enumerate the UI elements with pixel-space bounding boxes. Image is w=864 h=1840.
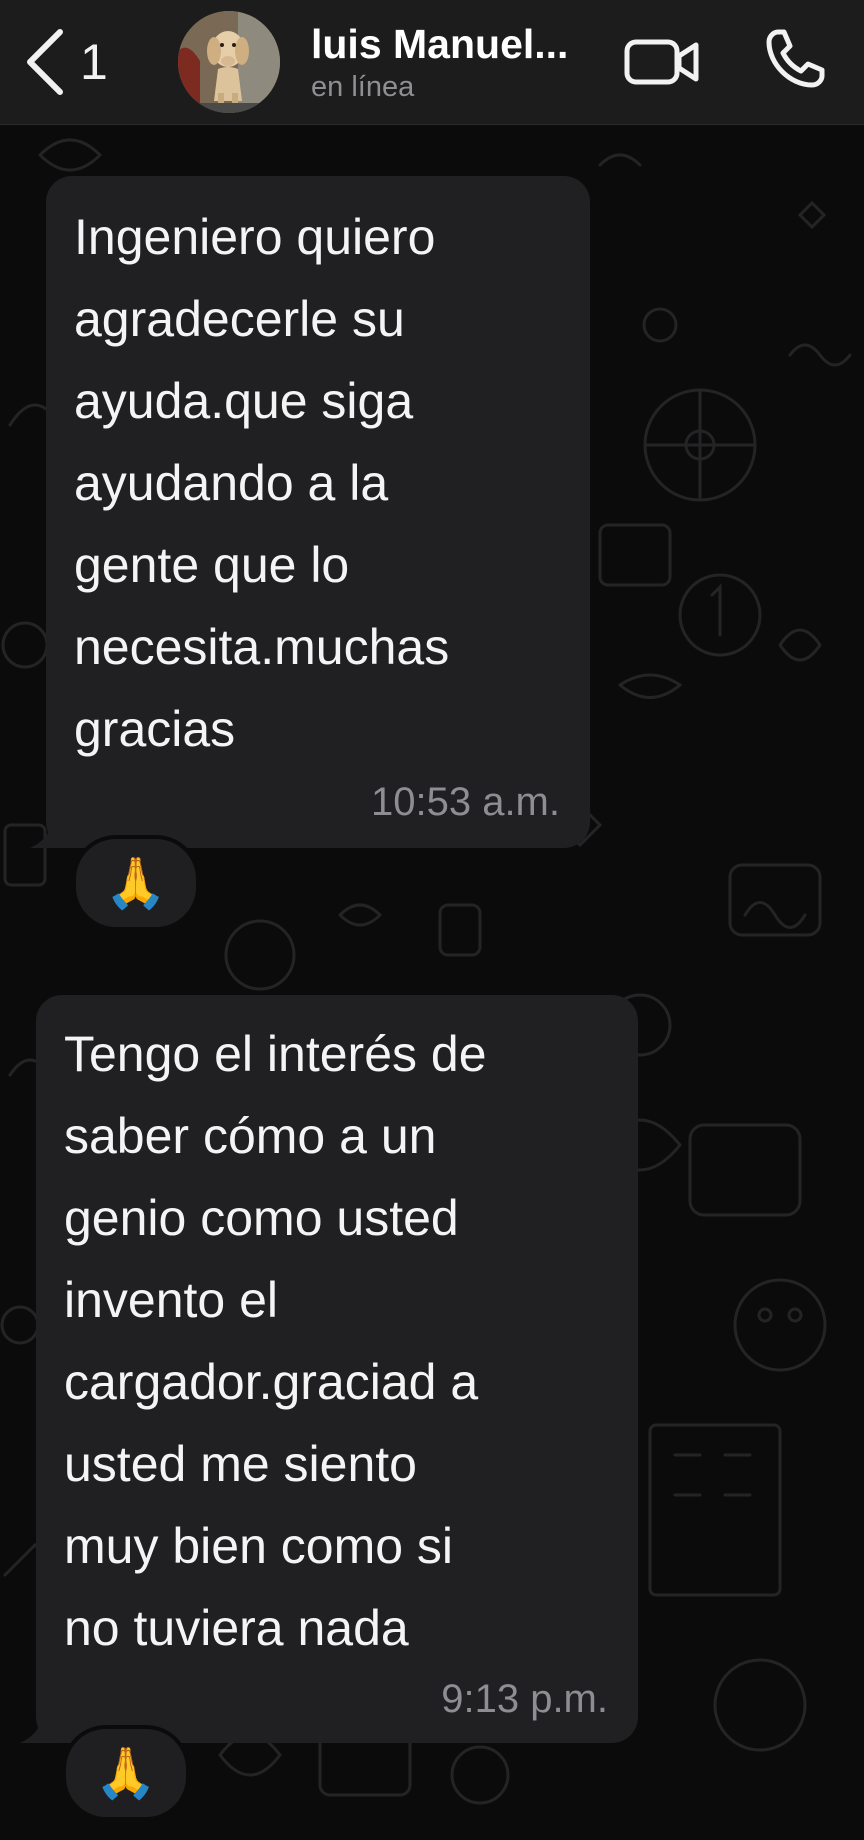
folded-hands-emoji: 🙏 [104,855,168,911]
voice-call-button[interactable] [764,28,826,90]
back-button[interactable]: 1 [22,22,142,102]
message-bubble[interactable]: Tengo el interés de saber cómo a un geni… [36,995,638,1743]
message-timestamp: 10:53 a.m. [370,780,560,824]
reaction-badge[interactable]: 🙏 [62,1725,190,1821]
bubble-tail [20,1713,60,1743]
message-bubble[interactable]: Ingeniero quiero agradecerle su ayuda.qu… [46,176,590,848]
chat-screen: 1 luis Manuel... en línea Ingeniero quie… [0,0,864,1840]
avatar[interactable] [178,11,280,113]
folded-hands-emoji: 🙏 [94,1745,158,1801]
message-text: Ingeniero quiero agradecerle su ayuda.qu… [74,209,450,757]
bubble-tail [30,818,70,848]
message-list[interactable]: Ingeniero quiero agradecerle su ayuda.qu… [0,125,864,1840]
unread-count: 1 [80,34,108,90]
chevron-left-icon [27,29,63,95]
message-text: Tengo el interés de saber cómo a un geni… [64,1026,487,1656]
phone-icon [766,29,825,88]
avatar-dog-image [178,11,280,113]
contact-status: en línea [311,71,415,103]
video-camera-icon [624,39,699,85]
message-timestamp: 9:13 p.m. [441,1677,608,1721]
contact-name[interactable]: luis Manuel... [311,20,568,68]
chat-header: 1 luis Manuel... en línea [0,0,864,125]
video-call-button[interactable] [624,34,700,90]
reaction-badge[interactable]: 🙏 [72,835,200,931]
